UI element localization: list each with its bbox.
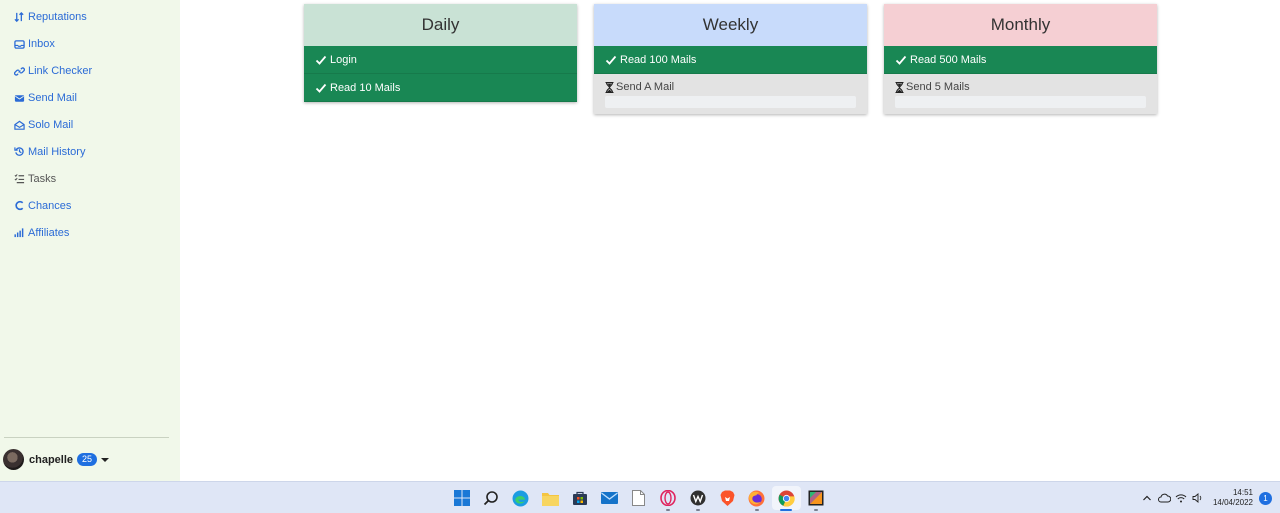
sidebar-item-label: Link Checker [28,65,93,78]
daily-card: Daily Login Read 10 Mails [304,4,577,102]
task-item-completed: Read 10 Mails [304,74,577,102]
search-icon[interactable] [477,486,507,510]
sidebar-item-tasks[interactable]: Tasks [0,165,180,192]
sidebar-divider [4,437,169,438]
avatar [3,449,24,470]
sidebar-item-mail-history[interactable]: Mail History [0,138,180,165]
check-icon [605,55,617,65]
clock-date: 14/04/2022 [1212,498,1253,507]
taskbar-apps [447,486,831,511]
sidebar-item-affiliates[interactable]: Affiliates [0,219,180,246]
firefox-icon[interactable] [742,486,772,511]
task-label: Send 5 Mails [906,81,970,93]
volume-icon[interactable] [1190,490,1207,507]
wordpress-icon[interactable] [683,486,713,511]
caret-down-icon [101,457,110,462]
hourglass-icon [605,81,614,93]
sidebar-item-reputations[interactable]: Reputations [0,4,180,31]
sidebar-item-label: Reputations [28,11,87,24]
task-item-completed: Login [304,46,577,74]
link-icon [13,65,25,77]
chevron-up-icon[interactable] [1139,490,1156,507]
task-label: Read 500 Mails [910,53,987,66]
task-progress-bar [605,96,856,108]
sidebar-item-label: Chances [28,199,72,212]
sidebar-item-send-mail[interactable]: Send Mail [0,85,180,112]
username: chapelle [29,453,74,466]
windows-start-icon[interactable] [447,486,477,510]
file-explorer-icon[interactable] [536,486,566,510]
check-icon [315,55,327,65]
weekly-card: Weekly Read 100 Mails Send A Mail [594,4,867,114]
task-item-completed: Read 500 Mails [884,46,1157,74]
user-menu[interactable]: chapelle 25 [3,449,110,470]
taskbar-clock[interactable]: 14:51 14/04/2022 [1213,488,1253,508]
system-tray: 14:51 14/04/2022 1 [1139,482,1280,513]
sidebar-item-label: Solo Mail [28,119,74,131]
task-progress-bar [895,96,1146,108]
hourglass-icon [895,81,904,93]
chrome-icon[interactable] [771,486,801,511]
task-item-completed: Read 100 Mails [594,46,867,74]
sort-arrows-icon [13,11,25,23]
check-icon [895,55,907,65]
sidebar-item-label: Tasks [28,172,57,185]
task-label: Login [330,53,357,66]
task-label: Read 10 Mails [330,81,401,94]
sidebar-item-link-checker[interactable]: Link Checker [0,58,180,85]
task-list-icon [13,173,25,185]
monthly-card: Monthly Read 500 Mails Send 5 Mails [884,4,1157,114]
sidebar-item-chances[interactable]: Chances [0,192,180,219]
sidebar-nav: Reputations Inbox Link Checker Send Mail… [0,0,180,246]
envelope-open-icon [13,119,25,131]
notepad-icon[interactable] [624,486,654,510]
paint-icon[interactable] [801,486,831,511]
brave-icon[interactable] [713,486,743,510]
bar-signal-icon [13,227,25,239]
cloud-icon[interactable] [1156,490,1173,507]
sidebar-item-label: Affiliates [28,226,70,239]
card-title: Daily [304,4,577,46]
inbox-icon [13,38,25,50]
sidebar-item-solo-mail[interactable]: Solo Mail [0,112,180,139]
task-item-pending: Send 5 Mails [884,74,1157,114]
clock-time: 14:51 [1232,488,1253,497]
mail-icon[interactable] [595,486,625,510]
sidebar-item-inbox[interactable]: Inbox [0,31,180,58]
notification-badge[interactable]: 1 [1259,491,1272,505]
sidebar-item-label: Send Mail [28,92,77,105]
opera-icon[interactable] [654,486,684,511]
c-icon [13,200,25,212]
windows-taskbar: 14:51 14/04/2022 1 [0,481,1280,513]
wifi-icon[interactable] [1173,490,1190,507]
task-item-pending: Send A Mail [594,74,867,114]
card-title: Weekly [594,4,867,46]
edge-icon[interactable] [506,486,536,510]
check-icon [315,83,327,93]
task-label: Read 100 Mails [620,53,697,66]
sidebar-item-label: Inbox [28,38,55,51]
user-badge: 25 [77,453,98,466]
card-title: Monthly [884,4,1157,46]
sidebar: Reputations Inbox Link Checker Send Mail… [0,0,180,481]
store-icon[interactable] [565,486,595,510]
task-label: Send A Mail [616,81,675,93]
sidebar-item-label: Mail History [28,145,86,158]
envelope-icon [13,92,25,104]
history-icon [13,146,25,158]
